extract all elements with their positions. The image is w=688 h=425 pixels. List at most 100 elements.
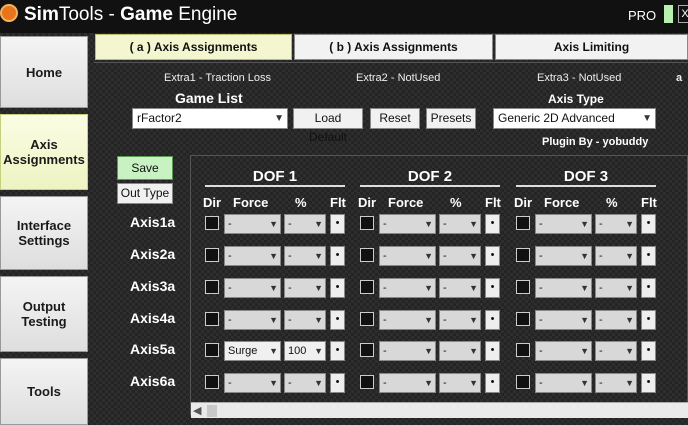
dof2-flt-button[interactable]: • <box>485 310 500 330</box>
dof1-force-select[interactable]: - ▼ <box>224 214 281 234</box>
tab-axis-assignments-b[interactable]: ( b ) Axis Assignments <box>294 34 493 60</box>
dof1-force-select[interactable]: - ▼ <box>224 278 281 298</box>
dof1-dir-checkbox[interactable] <box>205 343 219 357</box>
dof2-flt-button[interactable]: • <box>485 246 500 266</box>
dof3-flt-button[interactable]: • <box>641 341 656 361</box>
chevron-down-icon: ▼ <box>314 251 323 261</box>
dof1-flt-button[interactable]: • <box>330 310 345 330</box>
dof1-force-select[interactable]: Surge ▼ <box>224 341 281 361</box>
dof3-dir-checkbox[interactable] <box>516 248 530 262</box>
percent-value: - <box>443 314 447 326</box>
save-button[interactable]: Save <box>117 156 173 180</box>
dof2-percent-select[interactable]: - ▼ <box>439 341 481 361</box>
dof3-dir-checkbox[interactable] <box>516 280 530 294</box>
dof2-dir-checkbox[interactable] <box>360 248 374 262</box>
dof2-percent-select[interactable]: - ▼ <box>439 246 481 266</box>
dof3-dir-checkbox[interactable] <box>516 312 530 326</box>
chevron-down-icon: ▼ <box>424 219 433 229</box>
tab-axis-limiting[interactable]: Axis Limiting <box>495 34 688 60</box>
dof2-force-select[interactable]: - ▼ <box>379 246 436 266</box>
dof2-dir-checkbox[interactable] <box>360 280 374 294</box>
presets-button[interactable]: Presets <box>426 108 476 129</box>
dof2-percent-select[interactable]: - ▼ <box>439 278 481 298</box>
dof2-percent-select[interactable]: - ▼ <box>439 214 481 234</box>
dof2-dir-checkbox[interactable] <box>360 312 374 326</box>
dof3-percent-select[interactable]: - ▼ <box>595 341 637 361</box>
horizontal-scrollbar[interactable]: ◀ <box>191 402 688 418</box>
dof1-percent-select[interactable]: - ▼ <box>284 246 326 266</box>
dof3-flt-button[interactable]: • <box>641 278 656 298</box>
dof3-dir-checkbox[interactable] <box>516 216 530 230</box>
sidebar-item-tools[interactable]: Tools <box>0 358 88 425</box>
dof3-flt-button[interactable]: • <box>641 310 656 330</box>
dof3-force-select[interactable]: - ▼ <box>535 246 592 266</box>
close-button[interactable]: X <box>678 5 688 23</box>
axis-type-select[interactable]: Generic 2D Advanced ▼ <box>493 108 656 129</box>
dof3-force-select[interactable]: - ▼ <box>535 373 592 393</box>
dof3-dir-checkbox[interactable] <box>516 375 530 389</box>
dof2-flt-button[interactable]: • <box>485 341 500 361</box>
dof3-percent-select[interactable]: - ▼ <box>595 310 637 330</box>
dof1-dir-checkbox[interactable] <box>205 312 219 326</box>
dof2-force-select[interactable]: - ▼ <box>379 214 436 234</box>
dof1-force-select[interactable]: - ▼ <box>224 310 281 330</box>
dof1-percent-select[interactable]: 100 ▼ <box>284 341 326 361</box>
chevron-down-icon: ▼ <box>625 315 634 325</box>
dof1-dir-checkbox[interactable] <box>205 216 219 230</box>
dof2-force-select[interactable]: - ▼ <box>379 373 436 393</box>
dof1-force-select[interactable]: - ▼ <box>224 246 281 266</box>
dof3-flt-button[interactable]: • <box>641 246 656 266</box>
dof1-percent-select[interactable]: - ▼ <box>284 373 326 393</box>
dof1-flt-button[interactable]: • <box>330 373 345 393</box>
dof3-percent-select[interactable]: - ▼ <box>595 246 637 266</box>
dof2-force-select[interactable]: - ▼ <box>379 278 436 298</box>
dof1-dir-checkbox[interactable] <box>205 248 219 262</box>
scroll-left-icon[interactable]: ◀ <box>193 403 201 419</box>
dof1-flt-button[interactable]: • <box>330 246 345 266</box>
dof3-dir-checkbox[interactable] <box>516 343 530 357</box>
out-type-button[interactable]: Out Type <box>117 183 173 204</box>
dof2-dir-checkbox[interactable] <box>360 343 374 357</box>
sidebar-item-interface-settings[interactable]: Interface Settings <box>0 196 88 270</box>
load-default-button[interactable]: Load Default <box>293 108 363 144</box>
dof2-percent-select[interactable]: - ▼ <box>439 310 481 330</box>
dof3-flt-button[interactable]: • <box>641 373 656 393</box>
dof3-percent-select[interactable]: - ▼ <box>595 373 637 393</box>
scroll-thumb[interactable] <box>207 405 217 417</box>
sidebar-item-output-testing[interactable]: Output Testing <box>0 276 88 352</box>
dof2-dir-checkbox[interactable] <box>360 375 374 389</box>
dof1-dir-checkbox[interactable] <box>205 375 219 389</box>
dof3-force-select[interactable]: - ▼ <box>535 341 592 361</box>
tab-axis-assignments-a[interactable]: ( a ) Axis Assignments <box>95 34 292 60</box>
dof1-flt-button[interactable]: • <box>330 214 345 234</box>
dof1-flt-button[interactable]: • <box>330 278 345 298</box>
dof3-force-select[interactable]: - ▼ <box>535 214 592 234</box>
dof3-force-select[interactable]: - ▼ <box>535 310 592 330</box>
sidebar-item-home[interactable]: Home <box>0 36 88 108</box>
axis-label: Axis2a <box>130 246 176 262</box>
dof2-flt-button[interactable]: • <box>485 278 500 298</box>
dof2-force-select[interactable]: - ▼ <box>379 341 436 361</box>
dof3-col-force: Force <box>544 195 580 210</box>
reset-button[interactable]: Reset <box>370 108 420 129</box>
dof1-flt-button[interactable]: • <box>330 341 345 361</box>
game-list-select[interactable]: rFactor2 ▼ <box>132 108 288 129</box>
sidebar-item-axis-assignments[interactable]: Axis Assignments <box>0 114 88 190</box>
dof2-flt-button[interactable]: • <box>485 373 500 393</box>
dof2-dir-checkbox[interactable] <box>360 216 374 230</box>
dof1-col-dir: Dir <box>203 195 222 210</box>
dof3-force-select[interactable]: - ▼ <box>535 278 592 298</box>
dof2-flt-button[interactable]: • <box>485 214 500 234</box>
dof1-force-select[interactable]: - ▼ <box>224 373 281 393</box>
dof1-dir-checkbox[interactable] <box>205 280 219 294</box>
dof3-flt-button[interactable]: • <box>641 214 656 234</box>
dof3-divider <box>516 185 656 187</box>
dof1-percent-select[interactable]: - ▼ <box>284 278 326 298</box>
dof3-percent-select[interactable]: - ▼ <box>595 214 637 234</box>
dof3-percent-select[interactable]: - ▼ <box>595 278 637 298</box>
dof1-percent-select[interactable]: - ▼ <box>284 310 326 330</box>
dof2-force-select[interactable]: - ▼ <box>379 310 436 330</box>
dof1-percent-select[interactable]: - ▼ <box>284 214 326 234</box>
force-value: - <box>539 314 543 326</box>
dof2-percent-select[interactable]: - ▼ <box>439 373 481 393</box>
